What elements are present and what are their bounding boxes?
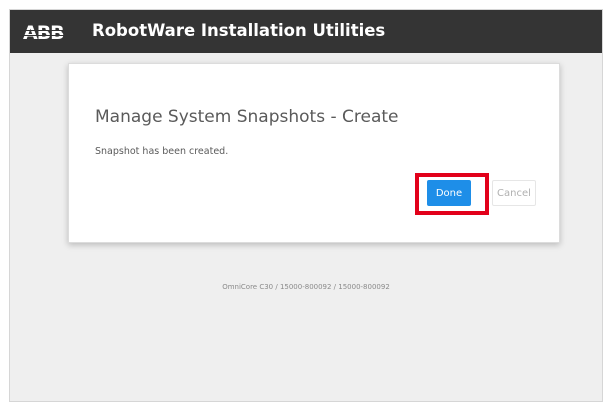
done-button[interactable]: Done	[427, 180, 471, 206]
logo-stripe	[23, 30, 71, 31]
cancel-button[interactable]: Cancel	[492, 180, 536, 206]
app-window: ABB RobotWare Installation Utilities Man…	[9, 9, 603, 402]
app-header: ABB RobotWare Installation Utilities	[10, 10, 602, 53]
dialog-message: Snapshot has been created.	[95, 146, 229, 157]
dialog-title: Manage System Snapshots - Create	[95, 107, 399, 127]
logo-stripe	[23, 35, 71, 36]
snapshot-dialog: Manage System Snapshots - Create Snapsho…	[68, 63, 560, 243]
app-title: RobotWare Installation Utilities	[92, 21, 386, 40]
abb-logo: ABB	[23, 22, 65, 44]
controller-info: OmniCore C30 / 15000-800092 / 15000-8000…	[222, 283, 390, 291]
